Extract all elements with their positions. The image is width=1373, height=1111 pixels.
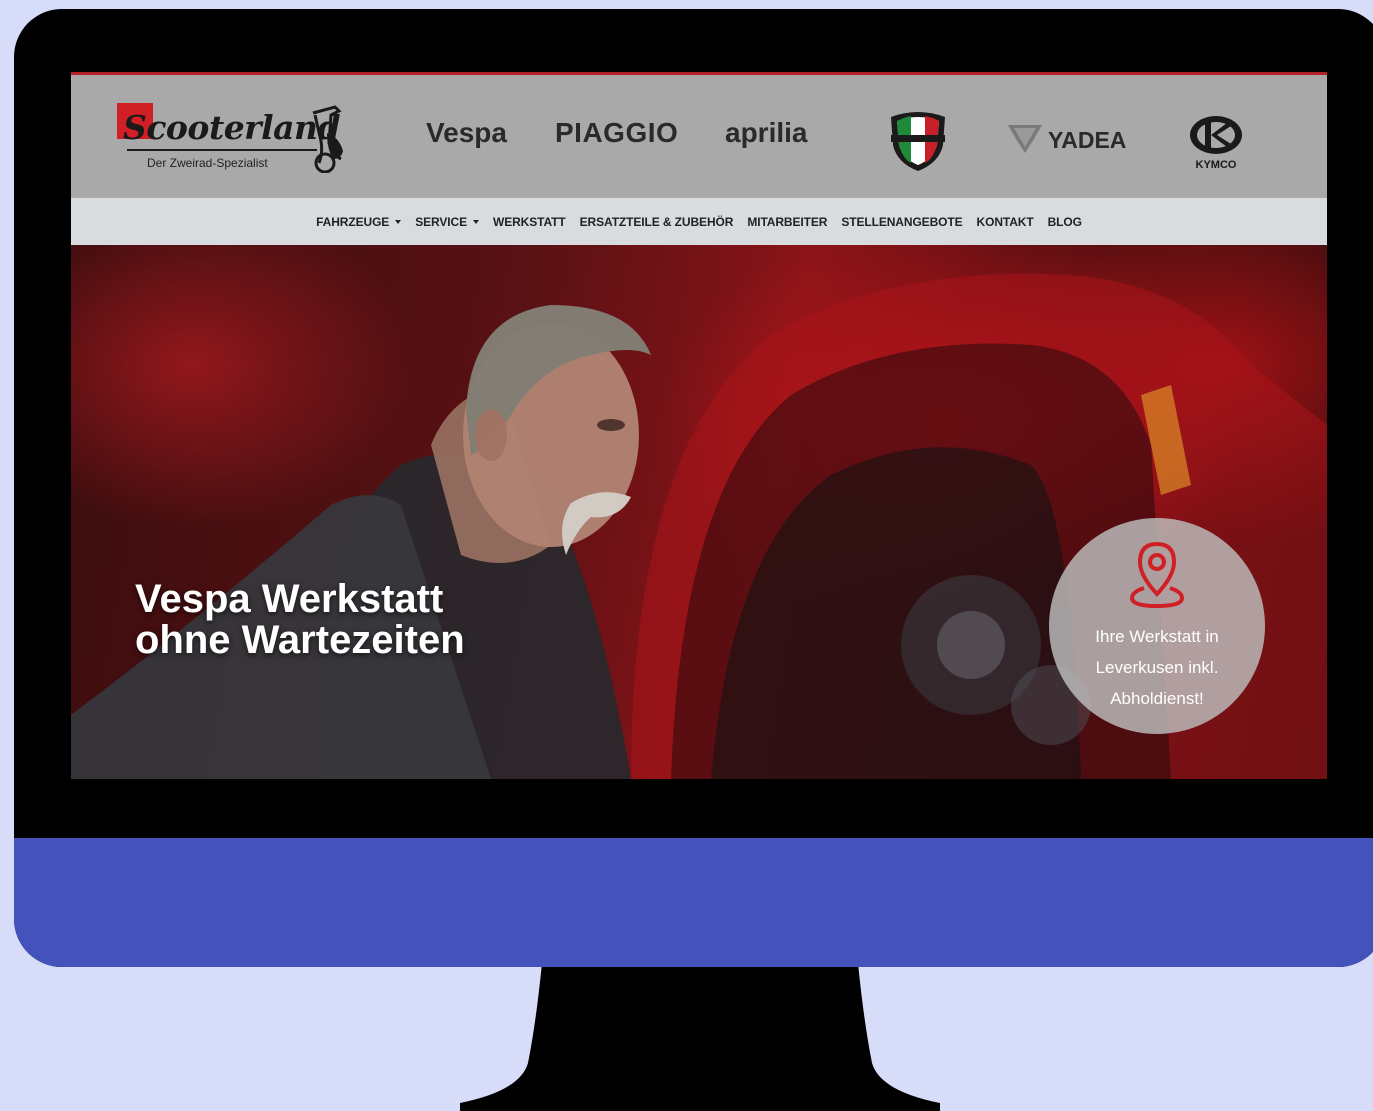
nav-fahrzeuge-label: FAHRZEUGE	[316, 214, 390, 229]
badge-line1: Ihre Werkstatt in	[1095, 627, 1219, 646]
brand-piaggio[interactable]: PIAGGIO	[555, 119, 678, 147]
nav-werkstatt[interactable]: WERKSTATT	[493, 215, 566, 229]
hero-banner: Vespa Werkstatt ohne Wartezeiten Ihre We…	[71, 245, 1327, 779]
logo-tagline: Der Zweirad-Spezialist	[147, 156, 268, 170]
nav-blog[interactable]: BLOG	[1048, 215, 1082, 229]
nav-service[interactable]: SERVICE	[415, 215, 479, 229]
badge-line2: Leverkusen inkl.	[1095, 658, 1219, 677]
brand-aprilia[interactable]: aprilia	[725, 119, 807, 147]
caret-down-icon	[395, 219, 402, 224]
brand-kymco-label: KYMCO	[1196, 159, 1237, 171]
brand-bar: Scooterland Der Zweirad-Spezialist Vespa…	[71, 72, 1327, 198]
logo-underline	[127, 149, 317, 151]
nav-kontakt[interactable]: KONTAKT	[977, 215, 1034, 229]
monitor-stand	[460, 963, 940, 1111]
italian-shield-icon[interactable]	[885, 107, 951, 173]
nav-stellenangebote[interactable]: STELLENANGEBOTE	[841, 215, 962, 229]
nav-ersatzteile[interactable]: ERSATZTEILE & ZUBEHÖR	[580, 215, 734, 229]
badge-text: Ihre Werkstatt in Leverkusen inkl. Abhol…	[1063, 621, 1251, 714]
hero-title-line2: ohne Wartezeiten	[135, 618, 465, 662]
nav-mitarbeiter[interactable]: MITARBEITER	[747, 215, 827, 229]
nav-fahrzeuge[interactable]: FAHRZEUGE	[316, 214, 402, 229]
scooterland-logo[interactable]: Scooterland Der Zweirad-Spezialist	[113, 99, 343, 183]
location-pin-icon	[1129, 541, 1185, 609]
brand-vespa[interactable]: Vespa	[426, 119, 507, 147]
hero-title-line1: Vespa Werkstatt	[135, 577, 444, 621]
brand-yadea-label: YADEA	[1048, 127, 1127, 153]
badge-line3: Abholdienst!	[1110, 689, 1204, 708]
yadea-mark-icon	[1008, 125, 1042, 153]
main-nav: FAHRZEUGE SERVICE WERKSTATT ERSATZTEILE …	[71, 198, 1327, 245]
caret-down-icon	[472, 219, 479, 224]
workshop-location-badge[interactable]: Ihre Werkstatt in Leverkusen inkl. Abhol…	[1049, 518, 1265, 734]
brand-kymco[interactable]: KYMCO	[1181, 113, 1251, 171]
hero-title: Vespa Werkstatt ohne Wartezeiten	[135, 579, 465, 661]
scooter-icon	[312, 105, 343, 173]
website-screen: Scooterland Der Zweirad-Spezialist Vespa…	[71, 72, 1327, 779]
monitor: Scooterland Der Zweirad-Spezialist Vespa…	[14, 9, 1373, 967]
monitor-chin	[14, 838, 1373, 967]
nav-service-label: SERVICE	[415, 214, 467, 229]
